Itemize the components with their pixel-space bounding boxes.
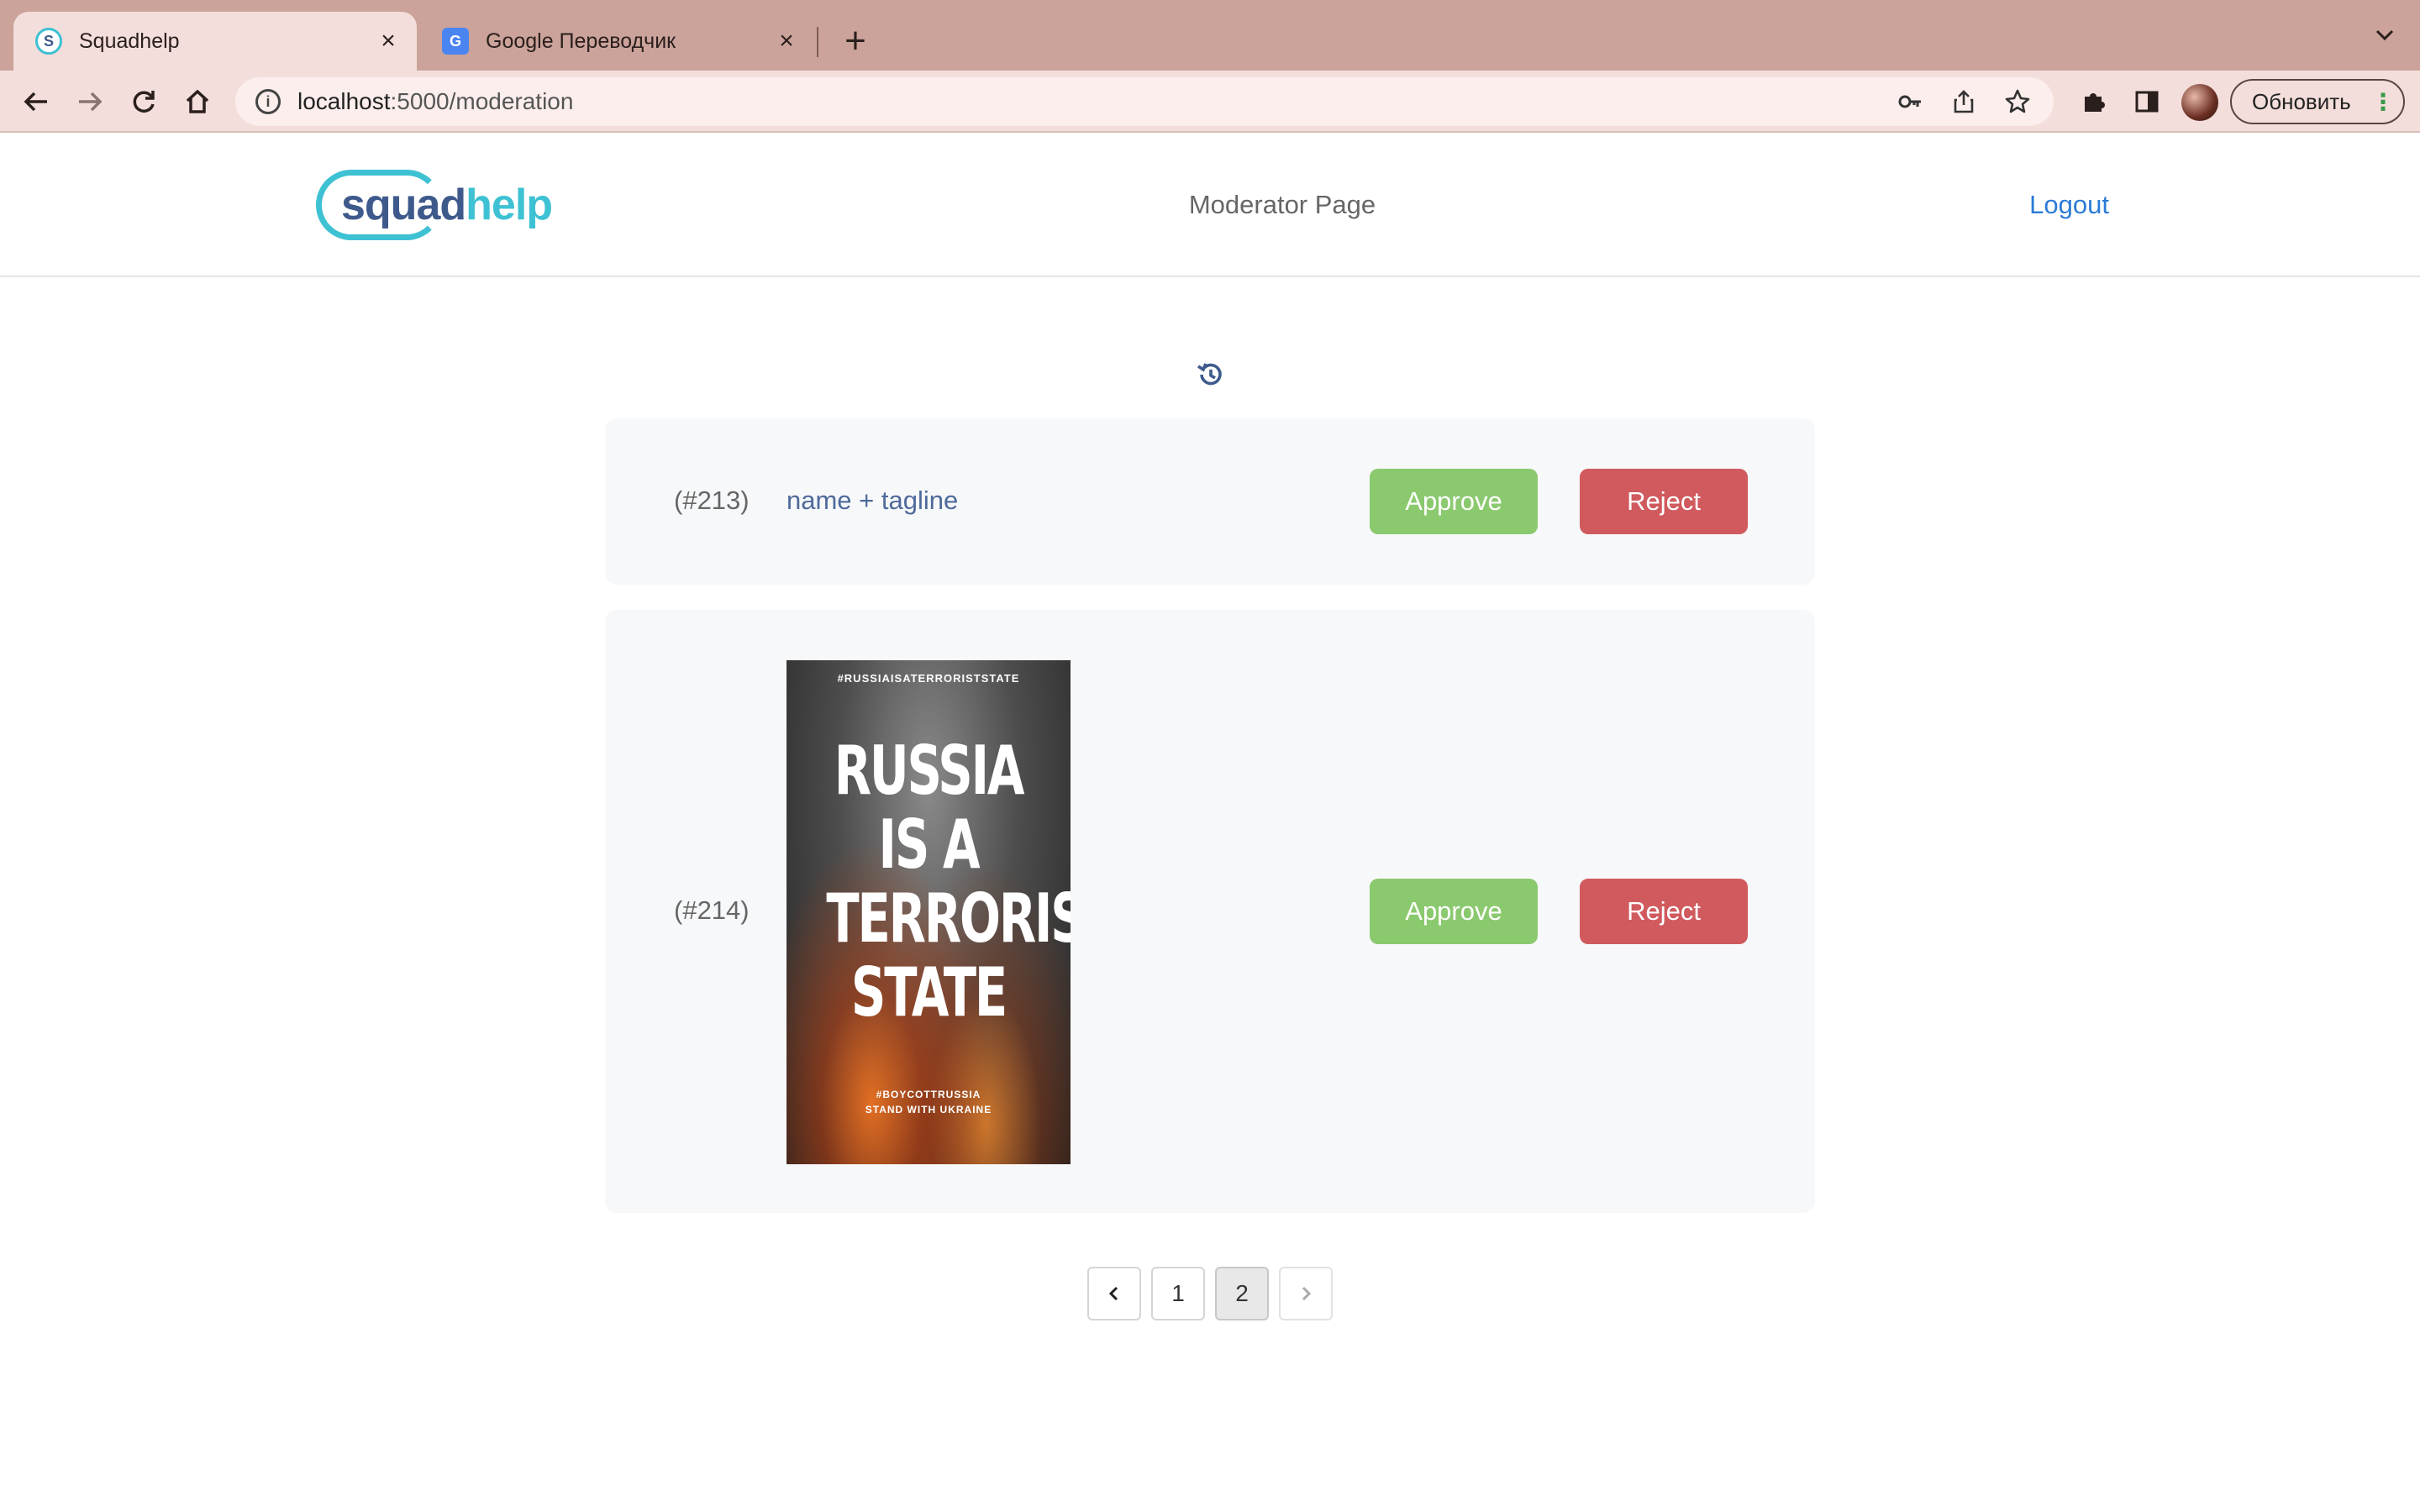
tab-title: Squadhelp: [79, 29, 180, 53]
key-icon[interactable]: [1891, 82, 1929, 121]
forward-arrow-icon[interactable]: [69, 81, 111, 123]
offer-id: (#213): [674, 486, 750, 515]
offer-text: name + tagline: [786, 486, 959, 515]
next-page-button[interactable]: [1279, 1267, 1333, 1320]
tab-google-translate[interactable]: G Google Переводчик ×: [420, 12, 815, 71]
logo-squad: squad: [341, 181, 466, 229]
browser-toolbar: i localhost:5000/moderation Обновить ⋮: [0, 71, 2420, 133]
poster-hashtag: #RUSSIAISATERRORISTSTATE: [837, 672, 1020, 685]
share-icon[interactable]: [1944, 82, 1983, 121]
offer-id: (#214): [674, 895, 750, 925]
page-button-1[interactable]: 1: [1151, 1267, 1205, 1320]
poster-line: IS A: [878, 806, 981, 884]
offer-card: (#214) #RUSSIAISATERRORISTSTATE RUSSIA I…: [605, 610, 1815, 1213]
poster-line: RUSSIA: [834, 732, 1025, 810]
poster-line: TERRORIST: [826, 879, 1071, 958]
offer-card: (#213) name + tagline Approve Reject: [605, 418, 1815, 585]
close-icon[interactable]: ×: [373, 27, 403, 55]
approve-button[interactable]: Approve: [1370, 879, 1538, 944]
poster-footer: #BOYCOTTRUSSIA STAND WITH UKRAINE: [786, 1087, 1071, 1117]
address-bar[interactable]: i localhost:5000/moderation: [235, 77, 2054, 126]
history-icon[interactable]: [1195, 360, 1225, 390]
prev-page-button[interactable]: [1087, 1267, 1141, 1320]
approve-button[interactable]: Approve: [1370, 469, 1538, 534]
info-icon[interactable]: i: [255, 89, 281, 114]
squadhelp-logo[interactable]: squadhelp: [316, 166, 555, 244]
sidepanel-icon[interactable]: [2126, 81, 2168, 123]
tab-search-chevron-down-icon[interactable]: [2373, 24, 2396, 53]
google-translate-favicon-icon: G: [442, 28, 469, 55]
page-title: Moderator Page: [1188, 190, 1376, 219]
profile-avatar[interactable]: [2181, 84, 2218, 121]
url-host: localhost: [297, 88, 391, 114]
back-arrow-icon[interactable]: [15, 81, 57, 123]
browser-tab-strip: S Squadhelp × G Google Переводчик × +: [0, 0, 2420, 71]
reload-icon[interactable]: [123, 81, 165, 123]
offer-image[interactable]: #RUSSIAISATERRORISTSTATE RUSSIA IS A TER…: [786, 660, 1071, 1164]
logo-help: help: [466, 181, 553, 229]
new-tab-plus-icon[interactable]: +: [837, 18, 874, 64]
logout-link[interactable]: Logout: [2008, 190, 2109, 220]
update-browser-button[interactable]: Обновить ⋮: [2230, 79, 2405, 124]
tab-title: Google Переводчик: [486, 29, 676, 53]
poster-footer-line: STAND WITH UKRAINE: [865, 1104, 992, 1116]
poster-line: STATE: [850, 953, 1007, 1032]
app-header: squadhelp Moderator Page Logout: [0, 133, 2420, 277]
chevron-left-icon: [1108, 1286, 1118, 1301]
tab-squadhelp[interactable]: S Squadhelp ×: [13, 12, 417, 71]
home-icon[interactable]: [176, 81, 218, 123]
url-text: localhost:5000/moderation: [297, 88, 573, 115]
logo-text: squadhelp: [341, 180, 553, 230]
tab-separator: [817, 27, 818, 57]
chevron-right-icon: [1302, 1286, 1312, 1301]
reject-button[interactable]: Reject: [1580, 879, 1748, 944]
url-path: :5000/moderation: [390, 88, 574, 114]
page-button-2[interactable]: 2: [1215, 1267, 1269, 1320]
squadhelp-favicon-icon: S: [35, 28, 62, 55]
star-icon[interactable]: [1998, 82, 2037, 121]
address-bar-actions: [1891, 82, 2037, 121]
update-button-label: Обновить: [2252, 88, 2351, 114]
extensions-puzzle-icon[interactable]: [2072, 81, 2114, 123]
menu-dots-icon: ⋮: [2371, 88, 2395, 115]
poster-footer-line: #BOYCOTTRUSSIA: [876, 1089, 981, 1100]
close-icon[interactable]: ×: [771, 27, 802, 55]
poster-headline: RUSSIA IS A TERRORIST STATE: [826, 732, 1071, 1032]
reject-button[interactable]: Reject: [1580, 469, 1748, 534]
